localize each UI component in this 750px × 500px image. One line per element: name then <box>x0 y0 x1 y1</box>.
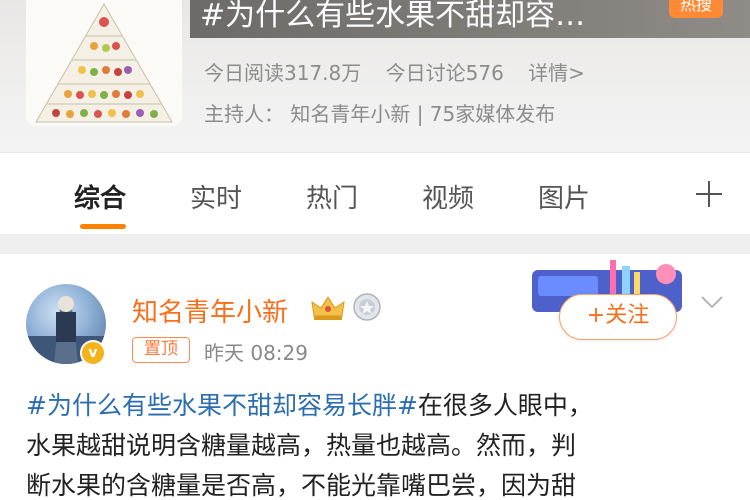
tab-bar: 综合 实时 热门 视频 图片 <box>0 152 750 234</box>
post-hashtag[interactable]: #为什么有些水果不甜却容易长胖# <box>26 391 418 420</box>
plus-icon[interactable] <box>694 179 724 209</box>
tab-images[interactable]: 图片 <box>538 178 590 215</box>
topic-header: #为什么有些水果不甜却容… 热搜 今日阅读317.8万 今日讨论576 详情> … <box>0 0 750 152</box>
active-tab-indicator <box>80 224 126 229</box>
crown-icon[interactable] <box>310 294 346 322</box>
hot-badge: 热搜 <box>669 0 723 18</box>
chevron-down-icon[interactable] <box>700 294 724 310</box>
post-text-line: 水果越甜说明含糖量越高，热量也越高。然而，判 <box>26 431 577 460</box>
tab-realtime[interactable]: 实时 <box>190 178 242 215</box>
tab-popular[interactable]: 热门 <box>306 178 358 215</box>
medal-icon[interactable] <box>352 292 382 322</box>
topic-stats: 今日阅读317.8万 今日讨论576 详情> <box>204 57 603 86</box>
post-text-line: 在很多人眼中， <box>417 391 593 420</box>
tab-video[interactable]: 视频 <box>422 178 474 215</box>
topic-host[interactable]: 主持人： 知名青年小新 | 75家媒体发布 <box>204 98 555 127</box>
post-text-line: 断水果的含糖量是否高，不能光靠嘴巴尝，因为甜 <box>26 471 577 500</box>
details-link[interactable]: 详情> <box>528 61 585 85</box>
follow-button[interactable]: +关注 <box>559 294 677 340</box>
topic-thumbnail[interactable] <box>26 0 182 126</box>
post-time: 昨天 08:29 <box>204 341 308 365</box>
discussion-count: 今日讨论576 <box>385 61 504 85</box>
verified-icon: v <box>80 340 106 366</box>
section-divider <box>0 234 750 254</box>
tab-comprehensive[interactable]: 综合 <box>74 178 126 215</box>
topic-title[interactable]: #为什么有些水果不甜却容… <box>200 0 670 34</box>
post-content: #为什么有些水果不甜却容易长胖#在很多人眼中， 水果越甜说明含糖量越高，热量也越… <box>26 386 726 500</box>
author-name[interactable]: 知名青年小新 <box>132 292 288 329</box>
post-card: v 知名青年小新 置顶 昨天 08:29 +关注 #为什么有些水果不甜却容易长胖… <box>0 254 750 500</box>
read-count: 今日阅读317.8万 <box>204 61 362 85</box>
pinned-badge: 置顶 <box>132 337 190 363</box>
